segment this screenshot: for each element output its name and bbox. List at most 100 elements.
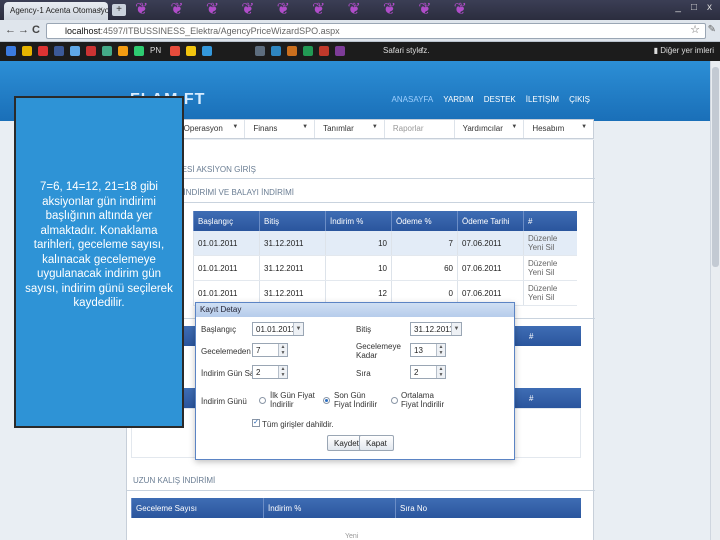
butterfly-icon: ❦	[418, 1, 432, 18]
discount-day-label: İndirim Günü	[201, 397, 247, 406]
end-label: Bitiş	[356, 325, 372, 334]
end-date-select[interactable]: 31.12.2011 ▼	[410, 322, 462, 336]
stepper-icon[interactable]: ▲ ▼	[278, 344, 287, 356]
bookmark-pn[interactable]: PN	[150, 46, 161, 55]
menu-item-yardimcilar[interactable]: Yardımcılar ▼	[453, 120, 524, 138]
close-window-button[interactable]: x	[707, 2, 712, 13]
reload-button[interactable]: C	[32, 24, 40, 36]
bookmark-icon[interactable]	[186, 46, 196, 56]
address-input[interactable]: localhost:4597/ITBUSSINESS_Elektra/Agenc…	[46, 23, 706, 39]
bookmark-icon[interactable]	[6, 46, 16, 56]
nav-support[interactable]: DESTEK	[484, 95, 516, 104]
bookmark-icon[interactable]	[335, 46, 345, 56]
col-header: Sıra No	[395, 498, 581, 518]
butterfly-icon: ❦	[312, 1, 326, 18]
col-header: Bitiş	[259, 211, 326, 231]
tab-close-icon[interactable]: ×	[98, 5, 103, 14]
bookmark-icon[interactable]	[170, 46, 180, 56]
nights-from-input[interactable]: 7 ▲ ▼	[252, 343, 288, 357]
col-header: İndirim %	[263, 498, 396, 518]
nav-contact[interactable]: İLETİŞİM	[526, 95, 559, 104]
bookmark-icon[interactable]	[255, 46, 265, 56]
address-bar-row: ← → C localhost:4597/ITBUSSINESS_Elektra…	[0, 20, 720, 42]
menu-item-raporlar[interactable]: Raporlar	[383, 120, 454, 138]
order-input[interactable]: 2 ▲ ▼	[410, 365, 446, 379]
bookmark-icon[interactable]	[202, 46, 212, 56]
menu-item-finans[interactable]: Finans ▼	[244, 120, 314, 138]
discount-table: Başlangıç Bitiş İndirim % Ödeme % Ödeme …	[193, 211, 577, 306]
row-actions[interactable]: Düzenle Yeni Sil	[523, 280, 577, 306]
scrollbar-thumb[interactable]	[712, 67, 719, 267]
bookmark-icon[interactable]	[22, 46, 32, 56]
wrench-icon[interactable]: ✎	[708, 24, 716, 35]
nights-to-input[interactable]: 13 ▲ ▼	[410, 343, 446, 357]
bookmark-icon[interactable]	[303, 46, 313, 56]
order-label: Sıra	[356, 369, 371, 378]
col-header: Geceleme Sayısı	[131, 498, 264, 518]
page-title: MESİ AKSİYON GİRİŞ	[175, 165, 256, 174]
stepper-icon[interactable]: ▲ ▼	[278, 366, 287, 378]
butterfly-icon: ❦	[241, 1, 255, 18]
bookmark-icon[interactable]	[287, 46, 297, 56]
bookmark-icon[interactable]	[102, 46, 112, 56]
include-all-label: Tüm girişler dahildir.	[262, 420, 334, 429]
browser-tab[interactable]: Agency-1 Acenta Otomasyo ×	[4, 2, 108, 20]
radio-first-day[interactable]	[259, 397, 266, 404]
bookmark-icon[interactable]	[134, 46, 144, 56]
menu-item-hesabim[interactable]: Hesabım ▼	[523, 120, 593, 138]
other-bookmarks[interactable]: ▮ Diğer yer imleri	[654, 46, 714, 55]
butterfly-icon: ❦	[135, 1, 149, 18]
radio-first-day-label: İlk Gün Fiyat İndirilir	[270, 391, 315, 409]
long-stay-table: Geceleme Sayısı İndirim % Sıra No	[131, 498, 581, 518]
bookmark-star-icon[interactable]: ☆	[690, 23, 700, 36]
start-date-select[interactable]: 01.01.2011 ▼	[252, 322, 304, 336]
col-header: #	[523, 211, 577, 231]
page-scrollbar[interactable]	[710, 61, 720, 540]
forward-button[interactable]: →	[18, 24, 29, 36]
menu-item-operasyon[interactable]: Operasyon ▼	[174, 120, 245, 138]
nav-home[interactable]: ANASAYFA	[392, 95, 434, 104]
start-label: Başlangıç	[201, 325, 237, 334]
other-bookmarks-label: Diğer yer imleri	[660, 46, 714, 55]
cell-start: 01.01.2011	[193, 231, 260, 256]
chevron-down-icon: ▼	[371, 124, 378, 130]
back-button[interactable]: ←	[5, 24, 16, 36]
nav-logout[interactable]: ÇIKIŞ	[569, 95, 590, 104]
radio-last-day[interactable]	[323, 397, 330, 404]
nights-to-value: 13	[414, 346, 423, 355]
close-button[interactable]: Kapat	[359, 435, 394, 451]
bookmark-icon[interactable]	[38, 46, 48, 56]
stepper-icon[interactable]: ▲ ▼	[436, 344, 445, 356]
bookmark-icon[interactable]	[70, 46, 80, 56]
main-menu: ▼ Operasyon▼ Finans▼ Tanımlar▼ Raporlar …	[126, 119, 594, 139]
new-tab-button[interactable]: +	[112, 4, 126, 16]
cell-discount: 10	[325, 231, 392, 256]
table-row[interactable]: 01.01.2011 31.12.2011 10 60 07.06.2011 D…	[193, 255, 577, 281]
top-nav: ANASAYFA YARDIM DESTEK İLETİŞİM ÇIKIŞ	[392, 95, 590, 104]
stepper-icon[interactable]: ▲ ▼	[436, 366, 445, 378]
start-date-value: 01.01.2011	[256, 325, 296, 334]
row-actions[interactable]: Düzenle Yeni Sil	[523, 255, 577, 281]
butterfly-icon: ❦	[347, 1, 361, 18]
bookmark-icon[interactable]	[86, 46, 96, 56]
url-path: :4597/ITBUSSINESS_Elektra/AgencyPriceWiz…	[100, 26, 340, 36]
menu-item-tanimlar[interactable]: Tanımlar ▼	[314, 120, 384, 138]
bookmark-fz[interactable]: fz.	[421, 46, 429, 55]
bookmark-icon[interactable]	[54, 46, 64, 56]
row-actions[interactable]: Düzenle Yeni Sil	[523, 231, 577, 256]
bookmark-safari-style[interactable]: Safari style	[383, 46, 423, 55]
menu-label: Operasyon	[183, 124, 223, 133]
radio-average[interactable]	[391, 397, 398, 404]
discount-days-input[interactable]: 2 ▲ ▼	[252, 365, 288, 379]
chevron-down-icon: ▼	[293, 323, 303, 335]
annotation-note: 7=6, 14=12, 21=18 gibi aksiyonlar gün in…	[14, 96, 184, 428]
empty-hint: Yeni	[345, 533, 359, 540]
maximize-button[interactable]: □	[691, 2, 697, 13]
bookmark-icon[interactable]	[118, 46, 128, 56]
table-row[interactable]: 01.01.2011 31.12.2011 10 7 07.06.2011 Dü…	[193, 231, 577, 256]
bookmark-icon[interactable]	[319, 46, 329, 56]
bookmark-icon[interactable]	[271, 46, 281, 56]
nav-help[interactable]: YARDIM	[443, 95, 474, 104]
include-all-checkbox[interactable]: ✓	[252, 419, 260, 427]
minimize-button[interactable]: _	[675, 2, 681, 13]
